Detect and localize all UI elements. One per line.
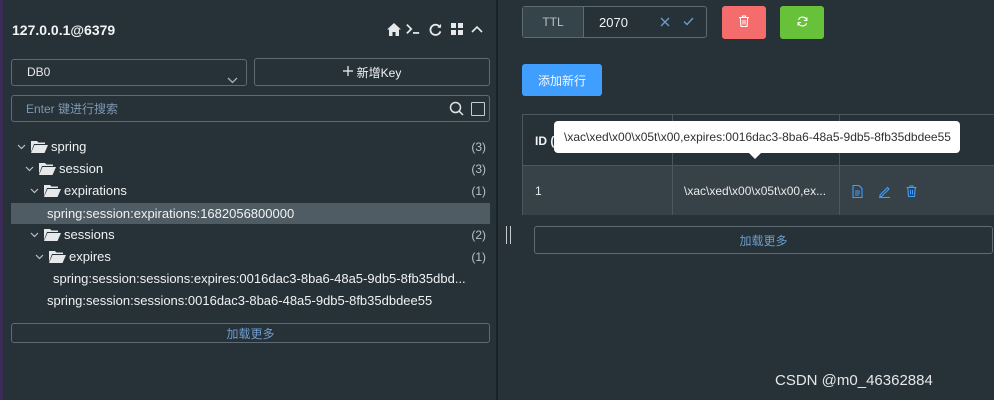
trash-icon (739, 14, 749, 32)
table-row[interactable]: 1 \xac\xed\x00\x05t\x00,ex... (523, 166, 994, 215)
tooltip-arrow (749, 153, 761, 159)
refresh-key-button[interactable] (780, 6, 824, 39)
tree-label: spring (51, 139, 87, 154)
home-icon[interactable] (387, 22, 401, 36)
folder-open-icon (31, 140, 48, 153)
view-icon[interactable] (850, 184, 864, 198)
load-more-rows-button[interactable]: 加载更多 (534, 226, 993, 254)
search-box (11, 95, 490, 122)
tree-key-expirations-selected[interactable]: spring:session:expirations:1682056800000 (11, 203, 490, 224)
add-key-label: 新增Key (356, 65, 402, 80)
tree-folder-spring[interactable]: spring (3) (15, 136, 492, 157)
tree-count: (3) (471, 139, 486, 154)
chevron-down-icon (227, 68, 238, 93)
tree-key-sessions[interactable]: spring:session:sessions:0016dac3-8ba6-48… (47, 290, 490, 311)
add-row-button[interactable]: 添加新行 (522, 64, 602, 96)
key-browser-panel: 127.0.0.1@6379 DB0 新增Key spring (3, 0, 496, 400)
key-detail-panel: TTL 2070 添加新行 ID ( 1 \xac\xed\x00\x05t\x… (498, 0, 994, 400)
tree-label: session (59, 161, 104, 176)
column-header-id[interactable]: ID ( (535, 134, 554, 148)
chevron-down-icon (15, 144, 27, 150)
refresh-icon[interactable] (428, 22, 442, 36)
check-icon[interactable] (683, 15, 694, 29)
terminal-icon[interactable] (406, 22, 420, 36)
chevron-down-icon (28, 232, 40, 238)
watermark: CSDN @m0_46362884 (775, 372, 933, 389)
resize-handle[interactable] (506, 226, 511, 244)
tree-label: expirations (64, 183, 127, 198)
value-tooltip: \xac\xed\x00\x05t\x00,expires:0016dac3-8… (554, 121, 960, 153)
folder-open-icon (44, 228, 61, 241)
tree-count: (2) (471, 227, 486, 242)
ttl-input[interactable]: 2070 (599, 15, 628, 30)
tree-folder-expires[interactable]: expires (1) (33, 246, 492, 267)
chevron-up-icon[interactable] (470, 22, 484, 36)
folder-open-icon (39, 162, 56, 175)
tree-folder-expirations[interactable]: expirations (1) (28, 180, 492, 201)
tree-key-label: spring:session:sessions:0016dac3-8ba6-48… (47, 293, 433, 308)
exact-search-checkbox[interactable] (471, 102, 485, 116)
plus-icon (342, 65, 353, 79)
tree-count: (3) (471, 161, 486, 176)
tree-count: (1) (471, 183, 486, 198)
tree-key-sessions-expires[interactable]: spring:session:sessions:expires:0016dac3… (53, 268, 490, 289)
db-select-value: DB0 (27, 65, 51, 79)
add-key-button[interactable]: 新增Key (254, 58, 490, 86)
folder-open-icon (44, 184, 61, 197)
delete-icon[interactable] (904, 184, 918, 198)
tree-label: sessions (64, 227, 115, 242)
tree-folder-sessions[interactable]: sessions (2) (28, 224, 492, 245)
connection-name: 127.0.0.1@6379 (12, 22, 116, 38)
search-input[interactable] (12, 96, 442, 121)
cell-id: 1 (535, 184, 542, 198)
tree-key-label: spring:session:expirations:1682056800000 (47, 206, 295, 221)
tree-key-label: spring:session:sessions:expires:0016dac3… (53, 271, 466, 286)
chevron-down-icon (23, 166, 35, 172)
ttl-input-group: TTL 2070 (522, 6, 707, 38)
chevron-down-icon (33, 254, 45, 260)
folder-open-icon (49, 250, 66, 263)
grid-icon[interactable] (450, 22, 464, 36)
tree-count: (1) (471, 249, 486, 264)
search-icon[interactable] (449, 101, 464, 121)
db-select[interactable]: DB0 (11, 59, 247, 86)
edit-icon[interactable] (877, 184, 891, 198)
chevron-down-icon (28, 188, 40, 194)
cell-value[interactable]: \xac\xed\x00\x05t\x00,ex... (684, 184, 826, 198)
ttl-label: TTL (523, 7, 584, 37)
tree-label: expires (69, 249, 111, 264)
clear-icon[interactable] (660, 15, 670, 30)
load-more-keys-button[interactable]: 加载更多 (11, 323, 490, 343)
tree-folder-session[interactable]: session (3) (23, 158, 492, 179)
refresh-icon (797, 14, 808, 32)
delete-key-button[interactable] (722, 6, 766, 39)
